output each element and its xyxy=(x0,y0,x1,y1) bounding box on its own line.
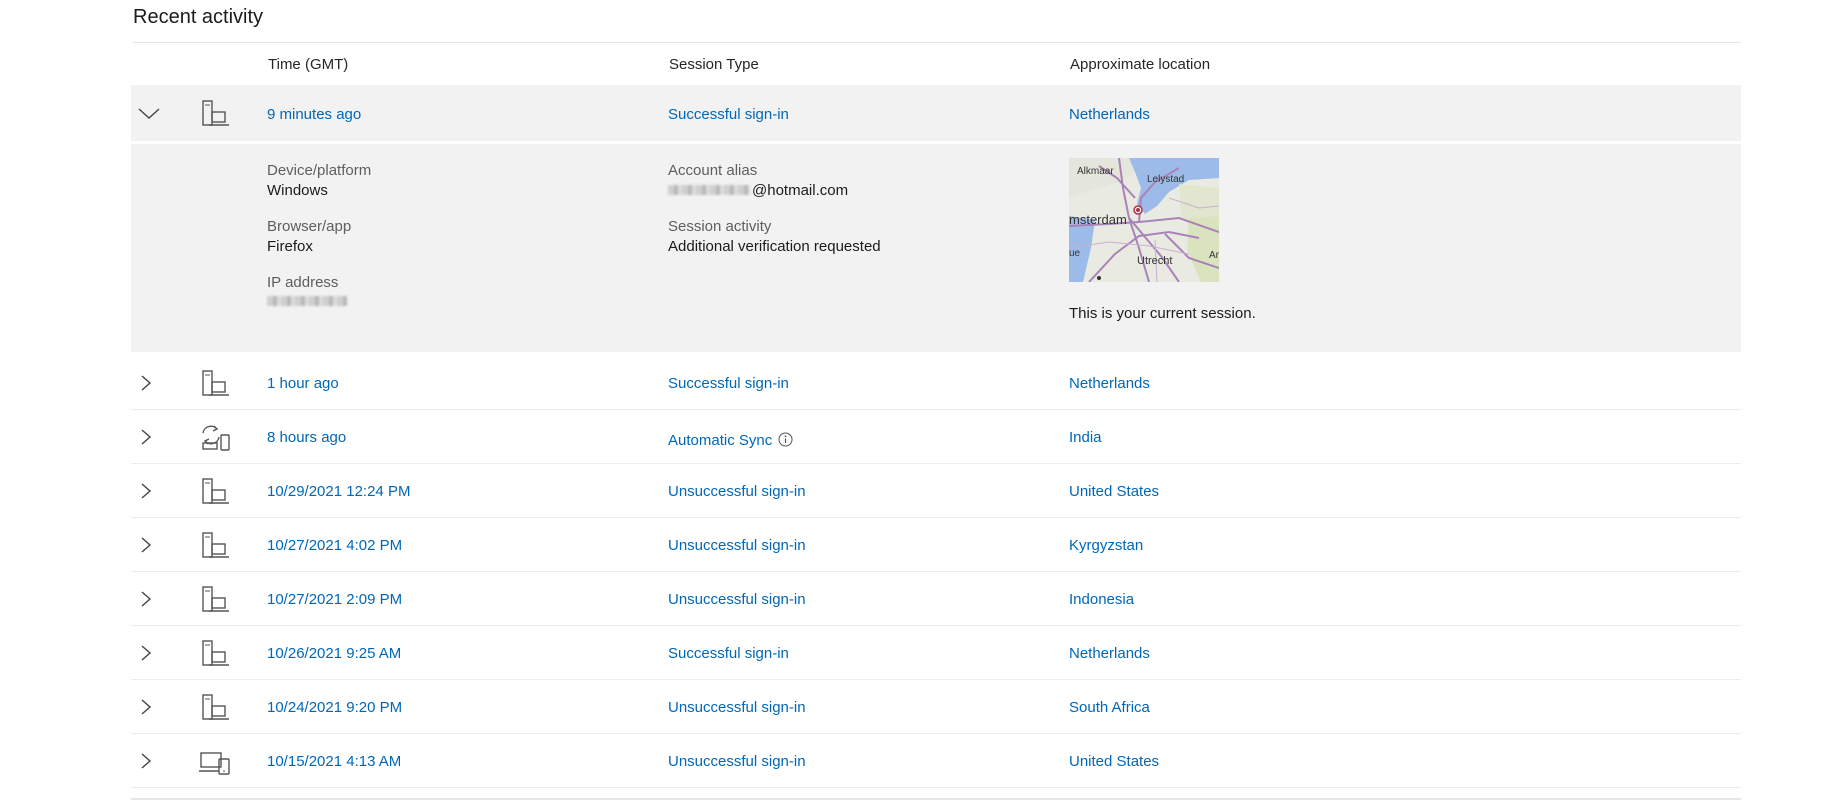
session-activity-value: Additional verification requested xyxy=(668,238,881,255)
column-header-time: Time (GMT) xyxy=(268,56,349,73)
map-label-alkmaar: Alkmaar xyxy=(1077,166,1114,177)
map-label-right: Ar xyxy=(1209,250,1219,261)
activity-row[interactable]: 10/27/2021 4:02 PM Unsuccessful sign-in … xyxy=(131,518,1741,572)
map-label-utrecht: Utrecht xyxy=(1137,255,1172,267)
pc-icon xyxy=(202,694,229,720)
activity-row[interactable]: 10/24/2021 9:20 PM Unsuccessful sign-in … xyxy=(131,680,1741,734)
row-time-link[interactable]: 10/27/2021 2:09 PM xyxy=(267,591,402,608)
row-time-link[interactable]: 1 hour ago xyxy=(267,375,339,392)
row-location-link[interactable]: United States xyxy=(1069,483,1159,500)
chevron-right-icon[interactable] xyxy=(137,752,155,770)
map-label-lelystad: Lelystad xyxy=(1147,174,1184,185)
row-time-link[interactable]: 8 hours ago xyxy=(267,429,346,446)
row-time-link[interactable]: 10/27/2021 4:02 PM xyxy=(267,537,402,554)
row-location-link[interactable]: Netherlands xyxy=(1069,375,1150,392)
row-session-type-link[interactable]: Unsuccessful sign-in xyxy=(668,483,806,500)
chevron-right-icon[interactable] xyxy=(137,374,155,392)
account-alias-domain: @hotmail.com xyxy=(752,182,849,199)
row-location-link[interactable]: United States xyxy=(1069,753,1159,770)
browser-app-label: Browser/app xyxy=(267,218,352,235)
row-time-link[interactable]: 10/24/2021 9:20 PM xyxy=(267,699,402,716)
map-image: Alkmaar Lelystad msterdam Utrecht ue Ar xyxy=(1069,158,1219,282)
ip-address-label: IP address xyxy=(267,274,339,291)
device-platform-label: Device/platform xyxy=(267,162,372,179)
row-location-link[interactable]: Indonesia xyxy=(1069,591,1134,608)
row-session-type-link[interactable]: Successful sign-in xyxy=(668,106,789,123)
row-location-link[interactable]: India xyxy=(1069,429,1102,446)
activity-row[interactable]: 10/29/2021 12:24 PM Unsuccessful sign-in… xyxy=(131,464,1741,518)
session-activity-label: Session activity xyxy=(668,218,772,235)
map-label-amsterdam: msterdam xyxy=(1069,212,1127,227)
pc-icon xyxy=(202,640,229,666)
row-time-link[interactable]: 9 minutes ago xyxy=(267,106,361,123)
ip-address-redacted xyxy=(267,296,347,306)
account-alias-label: Account alias xyxy=(668,162,758,179)
account-alias-redacted xyxy=(668,185,750,195)
row-location-link[interactable]: Kyrgyzstan xyxy=(1069,537,1143,554)
chevron-right-icon[interactable] xyxy=(137,590,155,608)
activity-row[interactable]: 8 hours ago Automatic Sync India xyxy=(131,410,1741,464)
activity-row[interactable]: 10/26/2021 9:25 AM Successful sign-in Ne… xyxy=(131,626,1741,680)
info-icon[interactable] xyxy=(778,432,793,447)
pc-icon xyxy=(202,532,229,558)
row-session-type-link[interactable]: Unsuccessful sign-in xyxy=(668,591,806,608)
browser-app-value: Firefox xyxy=(267,238,313,255)
row-session-type-link[interactable]: Successful sign-in xyxy=(668,645,789,662)
laptop-phone-icon xyxy=(199,752,230,775)
map-label-left: ue xyxy=(1069,248,1081,259)
current-session-note: This is your current session. xyxy=(1069,305,1256,322)
row-session-type-link[interactable]: Unsuccessful sign-in xyxy=(668,753,806,770)
chevron-right-icon[interactable] xyxy=(137,482,155,500)
row-time-link[interactable]: 10/29/2021 12:24 PM xyxy=(267,483,410,500)
sync-icon xyxy=(202,425,230,451)
row-session-type-link[interactable]: Automatic Sync xyxy=(668,432,793,449)
activity-row[interactable]: 10/15/2021 4:13 AM Unsuccessful sign-in … xyxy=(131,734,1741,788)
chevron-right-icon[interactable] xyxy=(137,698,155,716)
chevron-right-icon[interactable] xyxy=(137,428,155,446)
row-session-type-link[interactable]: Unsuccessful sign-in xyxy=(668,699,806,716)
chevron-right-icon[interactable] xyxy=(137,644,155,662)
row-session-type-link[interactable]: Successful sign-in xyxy=(668,375,789,392)
pc-icon xyxy=(202,100,229,126)
row-time-link[interactable]: 10/26/2021 9:25 AM xyxy=(267,645,401,662)
activity-row[interactable]: 10/27/2021 2:09 PM Unsuccessful sign-in … xyxy=(131,572,1741,626)
column-header-session-type: Session Type xyxy=(669,56,759,73)
pc-icon xyxy=(202,586,229,612)
pc-icon xyxy=(202,478,229,504)
page-title: Recent activity xyxy=(133,6,264,28)
chevron-right-icon[interactable] xyxy=(137,536,155,554)
location-map: Alkmaar Lelystad msterdam Utrecht ue Ar xyxy=(1069,158,1219,282)
row-location-link[interactable]: Netherlands xyxy=(1069,645,1150,662)
pc-icon xyxy=(202,370,229,396)
activity-row[interactable]: 1 hour ago Successful sign-in Netherland… xyxy=(131,356,1741,410)
chevron-down-icon[interactable] xyxy=(137,103,161,123)
row-location-link[interactable]: Netherlands xyxy=(1069,106,1150,123)
row-location-link[interactable]: South Africa xyxy=(1069,699,1150,716)
activity-row-expanded[interactable]: 9 minutes ago Successful sign-in Netherl… xyxy=(131,85,1741,141)
device-platform-value: Windows xyxy=(267,182,328,199)
table-header: Time (GMT) Session Type Approximate loca… xyxy=(133,43,1741,85)
column-header-location: Approximate location xyxy=(1070,56,1211,73)
row-session-type-link[interactable]: Unsuccessful sign-in xyxy=(668,537,806,554)
session-details-panel: Device/platform Windows Browser/app Fire… xyxy=(131,144,1741,352)
row-time-link[interactable]: 10/15/2021 4:13 AM xyxy=(267,753,401,770)
